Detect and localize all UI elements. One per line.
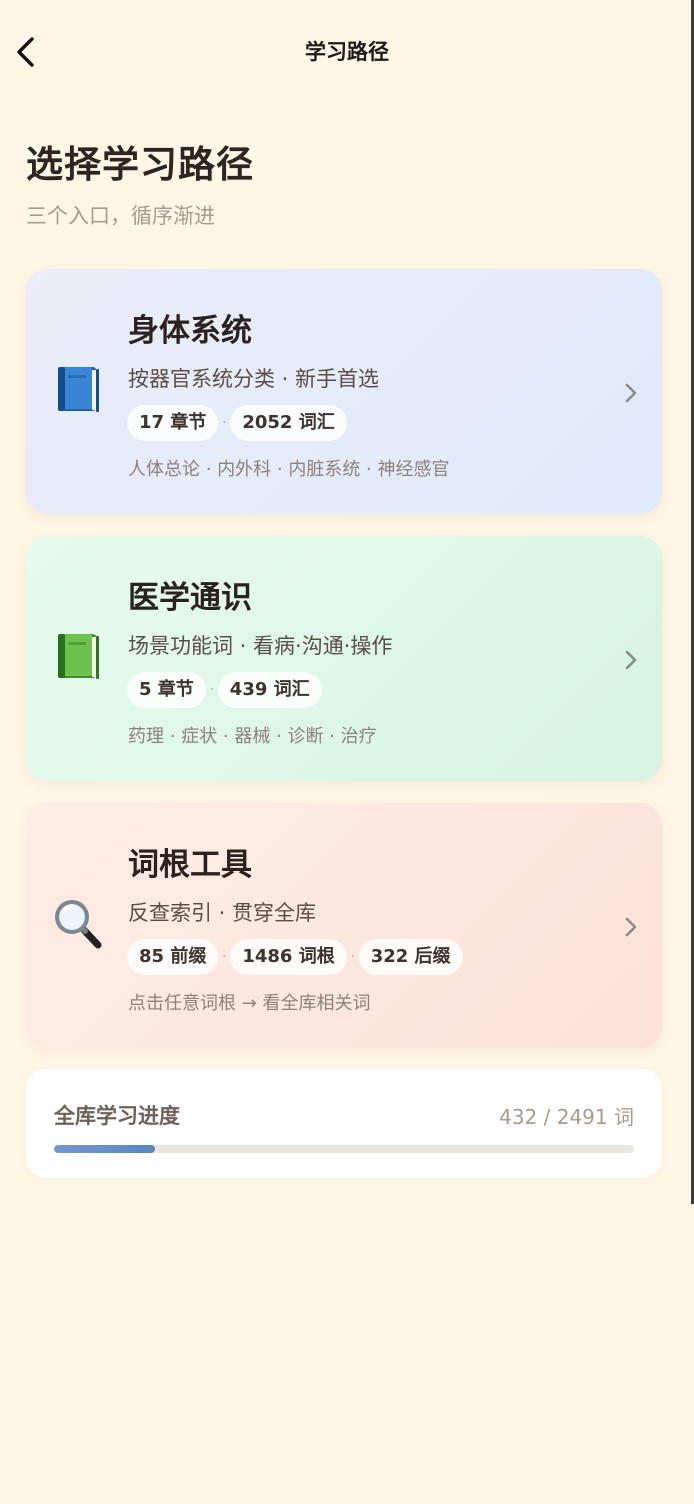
stat-chip-chapters: 17 章节 — [127, 405, 219, 441]
dot-separator: · — [222, 415, 227, 431]
card-description: 按器官系统分类 · 新手首选 — [128, 367, 380, 391]
card-tags: 人体总论 · 内外科 · 内脏系统 · 神经感官 — [128, 459, 450, 480]
progress-count: 432 / 2491 词 — [499, 1105, 634, 1129]
blue-book-icon — [58, 367, 99, 412]
card-stats: 17 章节 · 2052 词汇 — [127, 405, 347, 441]
stat-chip-chapters: 5 章节 — [127, 672, 206, 708]
card-stats: 85 前缀 · 1486 词根 · 322 后缀 — [127, 939, 463, 975]
stat-chip-suffixes: 322 后缀 — [358, 939, 463, 975]
card-title: 身体系统 — [128, 313, 252, 349]
green-book-icon — [58, 634, 99, 679]
card-stats: 5 章节 · 439 词汇 — [127, 672, 322, 708]
nav-title: 学习路径 — [305, 40, 389, 64]
card-title: 医学通识 — [128, 580, 252, 616]
card-description: 场景功能词 · 看病·沟通·操作 — [128, 634, 393, 658]
card-title: 词根工具 — [128, 847, 252, 883]
library-progress-card: 全库学习进度 432 / 2491 词 — [26, 1069, 662, 1178]
page-title: 选择学习路径 — [26, 143, 254, 186]
progress-label: 全库学习进度 — [54, 1104, 180, 1128]
dot-separator: · — [350, 949, 355, 965]
stat-chip-words: 439 词汇 — [217, 672, 322, 708]
stat-chip-roots: 1486 词根 — [230, 939, 347, 975]
chevron-right-icon — [625, 383, 637, 403]
card-tags: 药理 · 症状 · 器械 · 诊断 · 治疗 — [128, 726, 377, 747]
path-card-body-systems[interactable]: 身体系统 按器官系统分类 · 新手首选 17 章节 · 2052 词汇 人体总论… — [26, 269, 662, 514]
page-subtitle: 三个入口，循序渐进 — [26, 204, 215, 228]
stat-chip-prefixes: 85 前缀 — [127, 939, 219, 975]
nav-bar: 学习路径 — [0, 0, 694, 104]
path-card-general-medicine[interactable]: 医学通识 场景功能词 · 看病·沟通·操作 5 章节 · 439 词汇 药理 ·… — [26, 536, 662, 781]
chevron-right-icon — [625, 917, 637, 937]
card-tags: 点击任意词根 → 看全库相关词 — [128, 993, 371, 1014]
dot-separator: · — [222, 949, 227, 965]
progress-bar-track — [54, 1145, 634, 1153]
magnifier-icon — [55, 900, 102, 949]
card-description: 反查索引 · 贯穿全库 — [128, 901, 317, 925]
chevron-right-icon — [625, 650, 637, 670]
progress-bar-fill — [54, 1145, 155, 1153]
dot-separator: · — [209, 682, 215, 698]
path-card-root-tool[interactable]: 词根工具 反查索引 · 贯穿全库 85 前缀 · 1486 词根 · 322 后… — [26, 803, 662, 1048]
stat-chip-words: 2052 词汇 — [230, 405, 347, 441]
